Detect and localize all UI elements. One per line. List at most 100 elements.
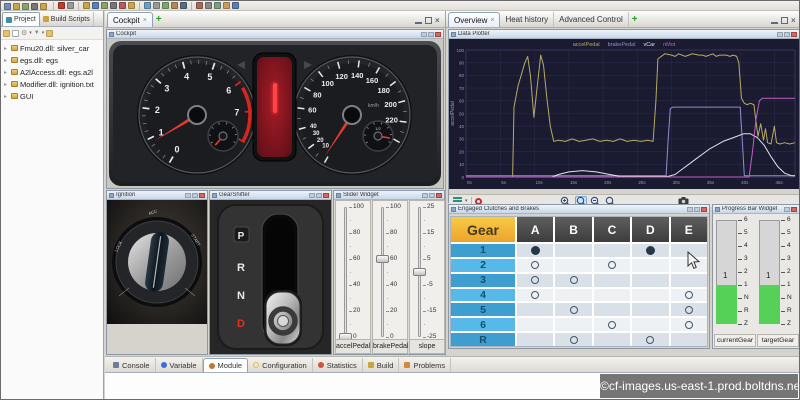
toolbar-icon[interactable] (171, 2, 178, 9)
row-header-1: 1 (451, 244, 515, 257)
maximize-icon[interactable] (429, 193, 435, 198)
toolbar-icon[interactable] (92, 2, 99, 9)
tree-expand-icon[interactable]: ▸ (4, 45, 9, 52)
toolbar-icon[interactable] (13, 3, 20, 10)
ignition-key-switch[interactable]: LOCKACCSTART (107, 200, 207, 324)
bottom-tab-variable[interactable]: Variable (156, 358, 203, 372)
toolbar-icon[interactable] (22, 3, 29, 10)
slider-thumb[interactable] (376, 255, 389, 263)
scale-tick (781, 298, 785, 299)
minimize-icon[interactable] (415, 17, 422, 24)
toolbar-icon[interactable] (214, 2, 221, 9)
tab-heat-history[interactable]: Heat history (500, 12, 554, 27)
close-icon[interactable] (199, 193, 205, 198)
gear-cell-3-D (632, 274, 668, 287)
tab-build-scripts[interactable]: Build Scripts (40, 12, 94, 26)
widget-titlebar[interactable]: Cockpit (107, 30, 443, 39)
toolbar-icon[interactable] (180, 2, 187, 9)
toolbar-icon[interactable] (223, 2, 230, 9)
toolbar-icon[interactable] (110, 2, 117, 9)
tree-item[interactable]: ▸GUI (1, 90, 103, 102)
tree-expand-icon[interactable]: ▸ (4, 69, 9, 76)
maximize-icon[interactable] (192, 193, 198, 198)
widget-titlebar[interactable]: Progress Bar Widget (713, 205, 799, 214)
bottom-tab-statistics[interactable]: Statistics (313, 358, 363, 372)
dropdown-icon[interactable]: ▾ (29, 30, 32, 36)
slider-track[interactable] (344, 207, 347, 337)
close-icon[interactable]: × (435, 17, 442, 24)
maximize-icon[interactable] (694, 207, 700, 212)
close-icon[interactable]: × (490, 17, 494, 24)
maximize-icon[interactable] (425, 17, 432, 24)
add-view-icon[interactable]: + (156, 14, 162, 27)
toolbar-icon[interactable] (40, 3, 47, 10)
close-icon[interactable] (323, 193, 329, 198)
close-icon[interactable]: × (791, 17, 798, 24)
tree-expand-icon[interactable]: ▸ (4, 57, 9, 64)
link-editor-icon[interactable] (46, 30, 53, 37)
tree-item[interactable]: ▸egs.dll: egs (1, 54, 103, 66)
tree-expand-icon[interactable]: ▸ (4, 81, 9, 88)
toolbar-icon[interactable] (128, 2, 135, 9)
close-icon[interactable] (435, 32, 441, 37)
toolbar-icon[interactable] (205, 2, 212, 9)
toolbar-icon[interactable] (144, 2, 151, 9)
minimize-icon[interactable] (771, 17, 778, 24)
toolbar-icon[interactable] (58, 2, 65, 9)
close-icon[interactable] (701, 207, 707, 212)
minimize-icon[interactable] (784, 207, 790, 212)
add-view-icon[interactable]: + (632, 14, 638, 27)
tree-item[interactable]: ▸A2lAccess.dll: egs.a2l (1, 66, 103, 78)
toolbar-icon[interactable] (31, 3, 38, 10)
widget-titlebar[interactable]: Data Plotter (449, 30, 799, 39)
tab-cockpit[interactable]: Cockpit× (107, 12, 153, 27)
tab-advanced-control[interactable]: Advanced Control (554, 12, 629, 27)
new-item-icon[interactable] (3, 30, 10, 37)
toolbar-icon[interactable] (119, 2, 126, 9)
widget-titlebar[interactable]: GearShifter (210, 191, 331, 200)
toolbar-icon[interactable] (162, 2, 169, 9)
toolbar-icon[interactable] (232, 2, 239, 9)
slider-thumb[interactable] (413, 268, 426, 276)
tab-project[interactable]: Project (2, 12, 40, 26)
tree-item[interactable]: ▸Modifier.dll: ignition.txt (1, 78, 103, 90)
bottom-tab-build[interactable]: Build (363, 358, 400, 372)
maximize-icon[interactable] (784, 32, 790, 37)
maximize-icon[interactable] (428, 32, 434, 37)
tab-overview[interactable]: Overview× (448, 12, 500, 27)
toolbar-icon[interactable] (196, 2, 203, 9)
minimize-icon[interactable] (422, 193, 428, 198)
toolbar-icon[interactable] (153, 2, 160, 9)
tree-item[interactable]: ▸Fmu20.dll: silver_car (1, 42, 103, 54)
gear-icon[interactable]: ⚙ (21, 29, 27, 37)
minimize-icon[interactable] (309, 193, 315, 198)
minimize-icon[interactable] (185, 193, 191, 198)
widget-titlebar[interactable]: Engaged Clutches and Brakes (449, 205, 709, 214)
scale-tick (738, 324, 742, 325)
gear-shifter-lever[interactable]: PRND (210, 200, 331, 354)
close-icon[interactable] (436, 193, 442, 198)
minimize-icon[interactable] (777, 32, 783, 37)
bottom-tab-module[interactable]: Module (203, 358, 249, 372)
bottom-tab-problems[interactable]: Problems (399, 358, 451, 372)
minimize-icon[interactable] (421, 32, 427, 37)
widget-titlebar[interactable]: Ignition (107, 191, 207, 200)
maximize-icon[interactable] (316, 193, 322, 198)
toolbar-icon[interactable] (101, 2, 108, 9)
minimize-icon[interactable] (687, 207, 693, 212)
close-icon[interactable]: × (143, 17, 147, 24)
bottom-tab-console[interactable]: Console (108, 358, 156, 372)
toolbar-icon[interactable] (83, 2, 90, 9)
maximize-icon[interactable] (781, 17, 788, 24)
collapse-all-icon[interactable] (12, 30, 19, 37)
dropdown-icon[interactable]: ▾ (42, 30, 45, 36)
bottom-tab-configuration[interactable]: Configuration (248, 358, 313, 372)
widget-titlebar[interactable]: Slider Widget (334, 191, 444, 200)
tree-expand-icon[interactable]: ▸ (4, 93, 9, 100)
toolbar-icon[interactable] (67, 2, 74, 9)
close-icon[interactable] (791, 32, 797, 37)
close-icon[interactable] (791, 207, 797, 212)
filter-icon[interactable]: ▼ (34, 30, 40, 36)
slider-track[interactable] (381, 207, 384, 337)
toolbar-icon[interactable] (4, 3, 11, 10)
